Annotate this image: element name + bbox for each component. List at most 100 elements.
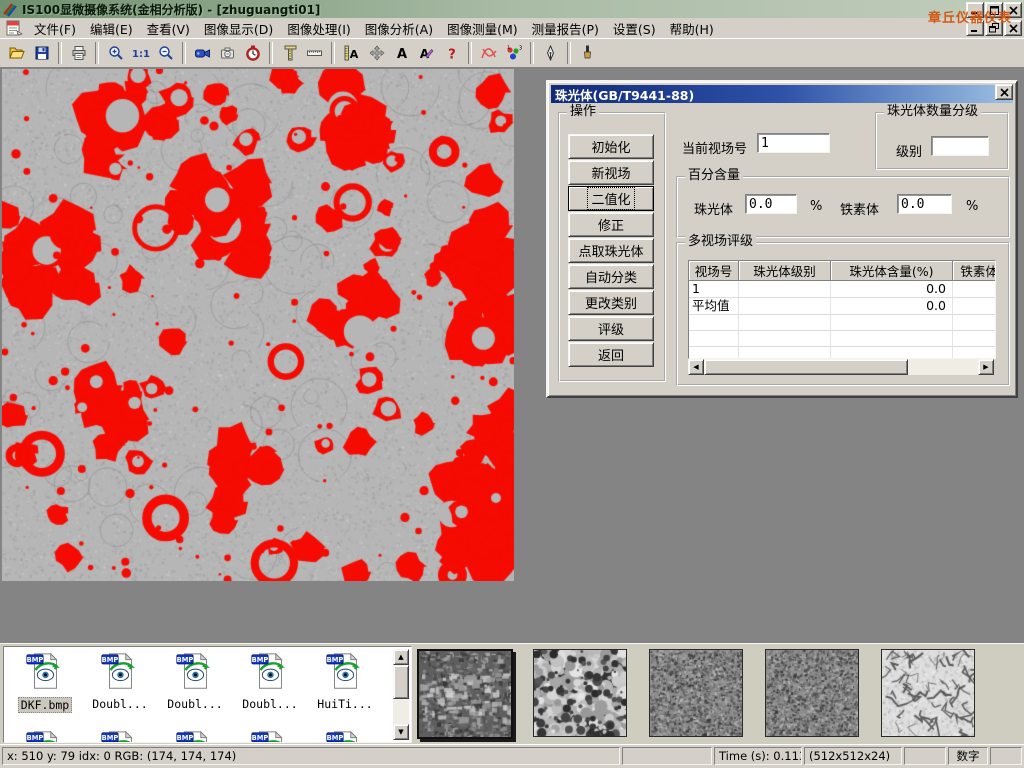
new-field-button[interactable]: 新视场 — [568, 160, 654, 185]
pen-button[interactable] — [538, 41, 563, 65]
thumbnail-2[interactable] — [649, 649, 743, 737]
table-header-row: 视场号珠光体级别珠光体含量(%)铁素体含量(%) — [689, 261, 995, 281]
menu-item-2[interactable]: 查看(V) — [140, 18, 197, 39]
menu-item-0[interactable]: 文件(F) — [27, 18, 83, 39]
thumbnail-4[interactable] — [881, 649, 975, 737]
mdi-close-button[interactable] — [1004, 20, 1022, 36]
menu-item-5[interactable]: 图像分析(A) — [358, 18, 440, 39]
rating-table: 视场号珠光体级别珠光体含量(%)铁素体含量(%)10.0平均值0.0 — [688, 260, 996, 359]
actual-size-button[interactable]: 1:1 — [128, 41, 153, 65]
dialog-close-button[interactable] — [995, 84, 1013, 100]
svg-text:3: 3 — [519, 46, 522, 52]
video-camera-button[interactable] — [190, 41, 215, 65]
thumbnail-3[interactable] — [765, 649, 859, 737]
auto-classify-button[interactable]: 自动分类 — [568, 264, 654, 289]
file-item-1[interactable]: BMPDoubl... — [87, 651, 153, 712]
thumbnail-1[interactable] — [533, 649, 627, 737]
thumbnail-0[interactable] — [417, 649, 513, 739]
svg-text:BMP: BMP — [327, 656, 344, 664]
scroll-up-icon[interactable]: ▲ — [393, 649, 409, 665]
file-item-4[interactable]: BMP HuiTi... — [312, 651, 378, 712]
menu-item-3[interactable]: 图像显示(D) — [197, 18, 280, 39]
file-item-0[interactable]: BMPDKF.bmp — [12, 651, 78, 713]
move-tool-button[interactable] — [364, 41, 389, 65]
specimen-image[interactable] — [2, 69, 514, 581]
h-scroll-thumb[interactable] — [704, 359, 908, 375]
count-points-button[interactable]: 31 — [501, 41, 526, 65]
file-item-row2-4[interactable]: BMP — [312, 729, 378, 743]
rate-button[interactable]: 评级 — [568, 316, 654, 341]
timer-button[interactable] — [240, 41, 265, 65]
correct-button[interactable]: 修正 — [568, 212, 654, 237]
help-button[interactable]: ? — [439, 41, 464, 65]
file-item-row2-3[interactable]: BMP — [237, 729, 303, 743]
zoom-out-button[interactable] — [153, 41, 178, 65]
table-row-empty[interactable] — [689, 331, 995, 347]
file-item-label: HuiTi... — [312, 697, 378, 712]
pearlite-percent-input[interactable] — [745, 194, 797, 214]
table-row-empty[interactable] — [689, 347, 995, 359]
text-effect-button[interactable]: A — [414, 41, 439, 65]
table-row[interactable]: 平均值0.0 — [689, 298, 995, 315]
scroll-left-icon[interactable]: ◀ — [688, 359, 704, 375]
print-button[interactable] — [66, 41, 91, 65]
brush-button[interactable] — [575, 41, 600, 65]
minimize-icon — [971, 6, 979, 14]
menu-item-4[interactable]: 图像处理(I) — [280, 18, 357, 39]
text-button[interactable]: A — [389, 41, 414, 65]
grading-group-label: 珠光体数量分级 — [884, 105, 981, 119]
camera-button[interactable] — [215, 41, 240, 65]
menu-item-9[interactable]: 帮助(H) — [663, 18, 721, 39]
scroll-down-icon[interactable]: ▼ — [393, 724, 409, 740]
svg-text:?: ? — [448, 48, 456, 62]
brush-icon — [581, 45, 594, 61]
toolbar-separator — [567, 42, 571, 64]
open-folder-button[interactable] — [4, 41, 29, 65]
level-input[interactable] — [931, 136, 989, 156]
file-item-row2-0[interactable]: BMP — [12, 729, 78, 743]
save-button[interactable] — [29, 41, 54, 65]
maximize-button[interactable] — [985, 2, 1003, 18]
menu-item-6[interactable]: 图像测量(M) — [440, 18, 525, 39]
count-points-icon: 31 — [505, 45, 522, 61]
file-item-3[interactable]: BMPDoubl... — [237, 651, 303, 712]
measure-text-button[interactable]: A — [339, 41, 364, 65]
current-field-input[interactable] — [757, 133, 830, 153]
toolbar-separator — [530, 42, 534, 64]
video-camera-icon — [194, 45, 211, 61]
zoom-in-button[interactable] — [103, 41, 128, 65]
ferrite-percent-input[interactable] — [897, 194, 952, 214]
close-button[interactable] — [1004, 2, 1022, 18]
table-h-scrollbar[interactable]: ◀ ▶ — [688, 359, 994, 375]
v-scroll-thumb[interactable] — [393, 665, 409, 699]
column-header-0: 视场号 — [689, 261, 739, 281]
table-cell — [739, 281, 831, 297]
file-v-scrollbar[interactable]: ▲ ▼ — [393, 649, 409, 740]
menu-item-1[interactable]: 编辑(E) — [83, 18, 140, 39]
menu-item-7[interactable]: 测量报告(P) — [525, 18, 606, 39]
mdi-minimize-button[interactable] — [966, 20, 984, 36]
menu-item-8[interactable]: 设置(S) — [606, 18, 663, 39]
table-row[interactable]: 10.0 — [689, 281, 995, 298]
scroll-right-icon[interactable]: ▶ — [978, 359, 994, 375]
binarize-button[interactable]: 二值化 — [568, 186, 654, 211]
file-item-row2-2[interactable]: BMP — [162, 729, 228, 743]
caliper-button[interactable] — [277, 41, 302, 65]
file-item-2[interactable]: BMPDoubl... — [162, 651, 228, 712]
pick-pearlite-button[interactable]: 点取珠光体 — [568, 238, 654, 263]
app-icon — [2, 1, 18, 17]
change-class-button[interactable]: 更改类别 — [568, 290, 654, 315]
bmp-file-icon: BMP — [175, 651, 215, 693]
ruler-button[interactable] — [302, 41, 327, 65]
mdi-restore-button[interactable] — [985, 20, 1003, 36]
bmp-file-icon: BMP — [100, 729, 140, 743]
table-row-empty[interactable] — [689, 315, 995, 331]
file-item-row2-1[interactable]: BMP — [87, 729, 153, 743]
return-button[interactable]: 返回 — [568, 342, 654, 367]
text-effect-icon: A — [418, 45, 435, 61]
table-cell — [739, 331, 831, 346]
curve-tool-button[interactable] — [476, 41, 501, 65]
dialog-title-bar[interactable]: 珠光体(GB/T9441-88) — [551, 85, 1013, 103]
initialize-button[interactable]: 初始化 — [568, 134, 654, 159]
minimize-button[interactable] — [966, 2, 984, 18]
